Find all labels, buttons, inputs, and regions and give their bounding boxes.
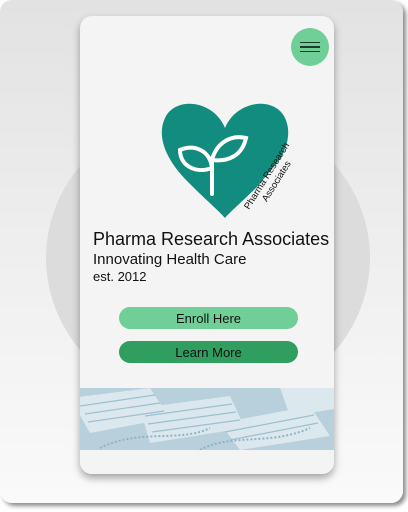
tagline: Innovating Health Care	[93, 251, 247, 268]
screen-footer	[80, 450, 334, 474]
hamburger-menu-icon	[300, 41, 320, 44]
hero-image-masks	[80, 388, 334, 450]
menu-button[interactable]	[291, 28, 329, 66]
phone-screen: Pharma Research Associates Pharma Resear…	[80, 16, 334, 474]
established-year: est. 2012	[93, 269, 147, 284]
brand-logo: Pharma Research Associates	[161, 103, 293, 228]
learn-more-button[interactable]: Learn More	[119, 341, 298, 363]
enroll-button[interactable]: Enroll Here	[119, 307, 298, 329]
company-name: Pharma Research Associates	[93, 229, 330, 249]
